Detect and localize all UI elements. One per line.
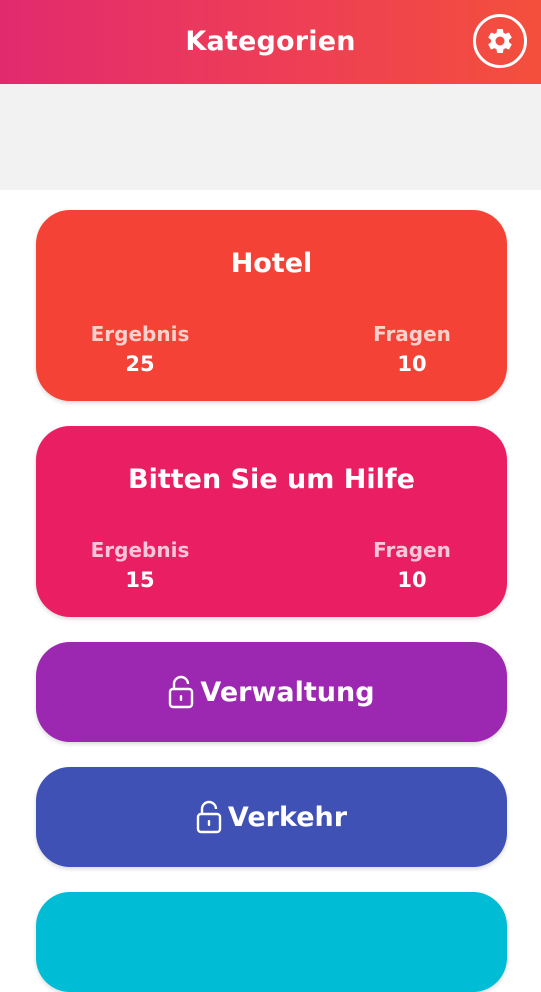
category-title: Bitten Sie um Hilfe xyxy=(128,464,415,495)
lock-icon xyxy=(169,675,194,709)
lock-icon xyxy=(196,800,222,834)
category-title: Hotel xyxy=(230,248,313,279)
score-label: Ergebnis xyxy=(90,538,190,562)
category-title: Verwaltung xyxy=(200,676,375,708)
category-title: Verkehr xyxy=(227,801,348,833)
app-header: Kategorien xyxy=(0,0,541,84)
category-card-traffic[interactable]: Verkehr xyxy=(36,767,507,867)
gear-icon xyxy=(488,28,512,53)
category-card-next[interactable] xyxy=(36,892,507,992)
score-value: 15 xyxy=(125,568,155,592)
category-card-administration[interactable]: Verwaltung xyxy=(36,642,507,742)
page-title: Kategorien xyxy=(185,26,356,57)
category-card-hotel[interactable]: Hotel Ergebnis 25 Fragen 10 xyxy=(36,210,507,401)
questions-value: 10 xyxy=(397,568,427,592)
questions-label: Fragen xyxy=(373,322,451,346)
questions-value: 10 xyxy=(397,352,427,376)
ad-banner-area xyxy=(0,84,541,190)
score-label: Ergebnis xyxy=(90,322,190,346)
category-card-help[interactable]: Bitten Sie um Hilfe Ergebnis 15 Fragen 1… xyxy=(36,426,507,617)
score-value: 25 xyxy=(125,352,155,376)
questions-label: Fragen xyxy=(373,538,451,562)
settings-button[interactable] xyxy=(473,14,527,68)
